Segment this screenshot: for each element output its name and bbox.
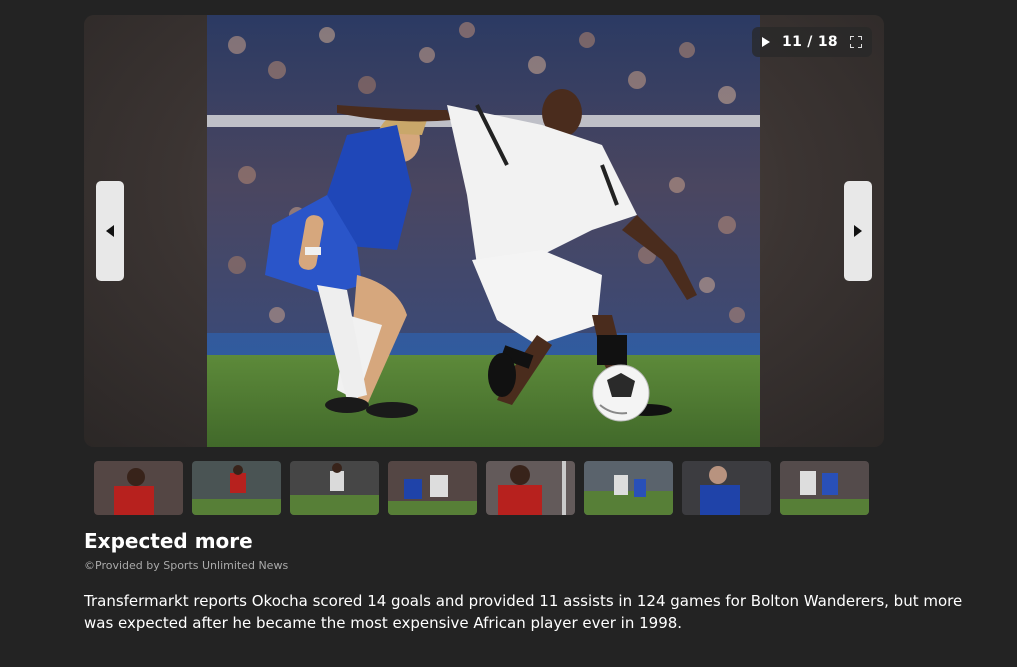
thumbnail-3[interactable]	[290, 461, 379, 515]
thumbnail-8[interactable]	[780, 461, 869, 515]
thumbnail-1[interactable]	[94, 461, 183, 515]
thumbnail-strip	[94, 461, 869, 515]
play-icon[interactable]	[762, 37, 770, 47]
thumbnail-7[interactable]	[682, 461, 771, 515]
thumbnail-2[interactable]	[192, 461, 281, 515]
next-slide-button[interactable]	[844, 181, 872, 281]
fullscreen-icon[interactable]	[850, 36, 862, 48]
photo-credit: ©Provided by Sports Unlimited News	[84, 559, 289, 572]
slide-counter: 11 / 18	[782, 34, 838, 50]
thumbnail-4[interactable]	[388, 461, 477, 515]
slideshow-viewer: 11 / 18	[84, 15, 884, 447]
photo-illustration	[207, 15, 760, 447]
slide-photo[interactable]	[207, 15, 760, 447]
thumbnail-6[interactable]	[584, 461, 673, 515]
slide-counter-bar: 11 / 18	[752, 27, 872, 57]
chevron-left-icon	[106, 225, 114, 237]
previous-slide-button[interactable]	[96, 181, 124, 281]
chevron-right-icon	[854, 225, 862, 237]
slide-caption: Transfermarkt reports Okocha scored 14 g…	[84, 592, 963, 632]
thumbnail-5[interactable]	[486, 461, 575, 515]
slide-title: Expected more	[84, 529, 253, 553]
football	[592, 364, 650, 422]
